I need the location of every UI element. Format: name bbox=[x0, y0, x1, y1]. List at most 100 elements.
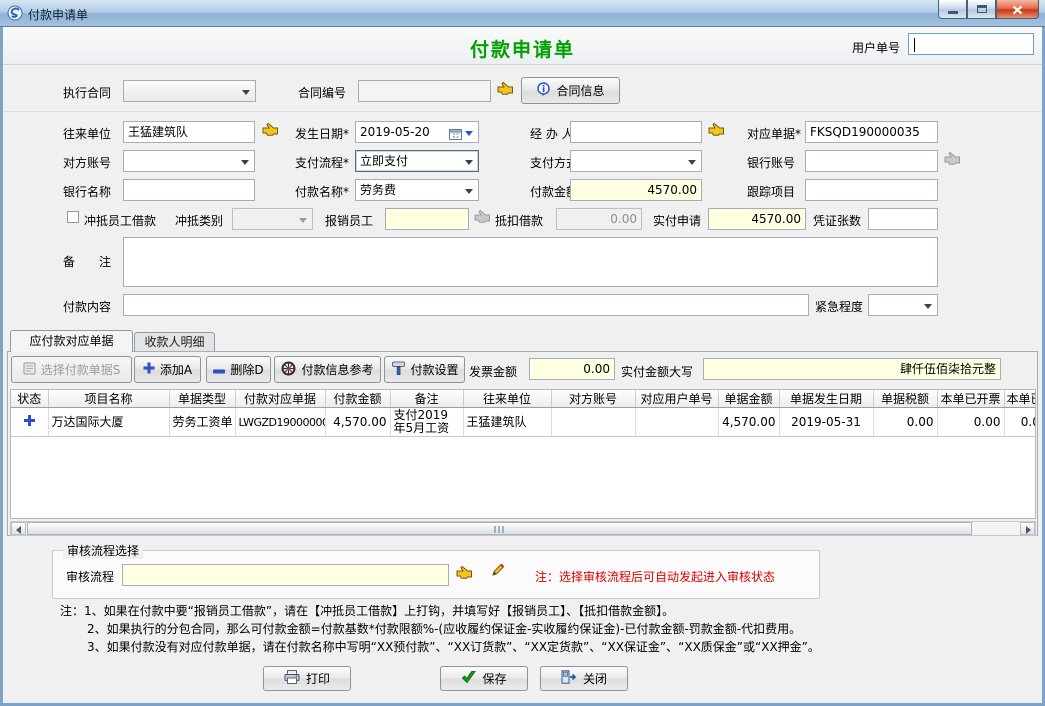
review-flow-input[interactable] bbox=[122, 564, 449, 586]
contract-lookup-hand-icon[interactable] bbox=[497, 81, 514, 98]
amount-input[interactable]: 4570.00 bbox=[570, 179, 702, 201]
bank-account-lookup-hand-icon bbox=[944, 151, 961, 168]
cell-account[interactable] bbox=[551, 408, 635, 437]
deduct-input: 0.00 bbox=[556, 208, 642, 230]
cell-doc-type[interactable]: 劳务工资单 bbox=[169, 408, 235, 437]
reimburse-label: 报销员工 bbox=[325, 212, 373, 229]
column-header-remark[interactable]: 备注 bbox=[390, 390, 463, 408]
date-input[interactable]: 2019-05-20 bbox=[355, 121, 479, 143]
remark-label: 备 注 bbox=[63, 253, 111, 270]
pay-info-ref-button[interactable]: 付款信息参考 bbox=[274, 356, 381, 383]
doc-input[interactable]: FKSQD190000035 bbox=[805, 121, 938, 143]
cell-doc-amount[interactable]: 4,570.00 bbox=[718, 408, 779, 437]
bank-account-input[interactable] bbox=[805, 150, 938, 172]
cell-status[interactable] bbox=[11, 408, 48, 437]
cell-tax[interactable]: 0.00 bbox=[873, 408, 937, 437]
plus-icon bbox=[143, 362, 155, 377]
column-header-doc-date[interactable]: 单据发生日期 bbox=[779, 390, 873, 408]
chevron-down-icon bbox=[688, 160, 696, 165]
save-button[interactable]: 保存 bbox=[440, 666, 528, 691]
contract-info-button[interactable]: 合同信息 bbox=[521, 77, 620, 104]
chevron-down-icon bbox=[465, 189, 473, 194]
payable-docs-grid[interactable]: 状态 项目名称 单据类型 付款对应单据 付款金额 备注 往来单位 对方账号 对应… bbox=[10, 389, 1036, 519]
column-header-status[interactable]: 状态 bbox=[11, 390, 48, 408]
flow-select[interactable]: 立即支付 bbox=[355, 150, 479, 172]
column-header-pay-doc[interactable]: 付款对应单据 bbox=[235, 390, 325, 408]
user-no-input[interactable] bbox=[908, 33, 1034, 55]
scrollbar-thumb[interactable] bbox=[27, 522, 972, 535]
horizontal-scrollbar[interactable] bbox=[10, 521, 1036, 536]
grid-header-row: 状态 项目名称 单据类型 付款对应单据 付款金额 备注 往来单位 对方账号 对应… bbox=[11, 390, 1036, 408]
column-header-invoiced[interactable]: 本单已开票 bbox=[937, 390, 1004, 408]
actual-input[interactable]: 4570.00 bbox=[708, 208, 806, 230]
delete-button[interactable]: 删除D bbox=[206, 356, 271, 383]
cell-remark[interactable]: 支付2019年5月工资 bbox=[390, 408, 463, 437]
amount-words-field: 肆仟伍佰柒拾元整 bbox=[703, 358, 1001, 380]
maximize-button[interactable] bbox=[967, 0, 996, 19]
remark-textarea[interactable] bbox=[123, 237, 938, 287]
scroll-left-button[interactable] bbox=[11, 522, 26, 535]
urgency-select[interactable] bbox=[868, 294, 938, 316]
titlebar[interactable]: 付款申请单 bbox=[0, 0, 1045, 27]
column-header-user-doc[interactable]: 对应用户单号 bbox=[635, 390, 718, 408]
invoice-amount-input[interactable]: 0.00 bbox=[529, 358, 615, 380]
scroll-right-button[interactable] bbox=[1020, 522, 1035, 535]
contract-no-input[interactable] bbox=[358, 80, 491, 102]
reimburse-input[interactable] bbox=[385, 208, 469, 230]
column-header-doc-amount[interactable]: 单据金额 bbox=[718, 390, 779, 408]
unit-input[interactable]: 王猛建筑队 bbox=[123, 121, 255, 143]
wheel-icon bbox=[281, 361, 296, 379]
info-icon bbox=[536, 82, 551, 100]
cell-unit[interactable]: 王猛建筑队 bbox=[463, 408, 551, 437]
cell-pay-doc[interactable]: LWGZD190000009 bbox=[235, 408, 325, 437]
user-no-label: 用户单号 bbox=[852, 39, 900, 56]
unit-label: 往来单位 bbox=[63, 125, 111, 142]
cell-invoiced[interactable]: 0.00 bbox=[937, 408, 1004, 437]
notepad-icon bbox=[23, 361, 36, 378]
offset-loan-checkbox[interactable] bbox=[67, 211, 79, 223]
cell-project[interactable]: 万达国际大厦 bbox=[48, 408, 169, 437]
track-label: 跟踪项目 bbox=[747, 183, 795, 200]
print-button[interactable]: 打印 bbox=[263, 666, 351, 691]
cell-applied[interactable]: 0.00 bbox=[1004, 408, 1036, 437]
add-button[interactable]: 添加A bbox=[134, 356, 201, 383]
column-header-tax[interactable]: 单据税额 bbox=[873, 390, 937, 408]
scroll-left-icon bbox=[16, 526, 21, 534]
tab-payee-detail[interactable]: 收款人明细 bbox=[134, 332, 215, 351]
tab-payable-docs[interactable]: 应付款对应单据 bbox=[10, 330, 133, 352]
column-header-unit[interactable]: 往来单位 bbox=[463, 390, 551, 408]
column-header-account[interactable]: 对方账号 bbox=[551, 390, 635, 408]
pay-settings-button[interactable]: 付款设置 bbox=[384, 356, 465, 383]
actual-label: 实付申请 bbox=[653, 212, 701, 229]
account-select[interactable] bbox=[123, 150, 255, 172]
column-header-amount[interactable]: 付款金额 bbox=[325, 390, 390, 408]
close-form-button[interactable]: 关闭 bbox=[540, 666, 628, 691]
close-icon bbox=[1012, 4, 1023, 18]
cell-user-doc[interactable] bbox=[635, 408, 718, 437]
close-button[interactable] bbox=[996, 0, 1039, 19]
calendar-icon[interactable] bbox=[449, 126, 462, 143]
date-label: 发生日期* bbox=[295, 125, 349, 142]
cell-amount[interactable]: 4,570.00 bbox=[325, 408, 390, 437]
table-row[interactable]: 万达国际大厦 劳务工资单 LWGZD190000009 4,570.00 支付2… bbox=[11, 408, 1036, 437]
track-input[interactable] bbox=[805, 179, 938, 201]
note-line-1: 注：1、如果在付款中要“报销员工借款”，请在【冲抵员工借款】上打钩，并填写好【报… bbox=[60, 602, 674, 619]
column-header-project[interactable]: 项目名称 bbox=[48, 390, 169, 408]
voucher-input[interactable] bbox=[868, 208, 938, 230]
bank-name-input[interactable] bbox=[123, 179, 255, 201]
unit-lookup-hand-icon[interactable] bbox=[262, 122, 279, 139]
method-select[interactable] bbox=[570, 150, 702, 172]
column-header-doc-type[interactable]: 单据类型 bbox=[169, 390, 235, 408]
bank-name-label: 银行名称 bbox=[63, 183, 111, 200]
cell-doc-date[interactable]: 2019-05-31 bbox=[779, 408, 873, 437]
chevron-down-icon bbox=[241, 160, 249, 165]
content-input[interactable] bbox=[123, 294, 809, 316]
agent-lookup-hand-icon[interactable] bbox=[708, 122, 725, 139]
pay-name-select[interactable]: 劳务费 bbox=[355, 179, 479, 201]
exec-contract-select[interactable] bbox=[123, 80, 256, 102]
edit-pencil-icon[interactable] bbox=[489, 563, 505, 581]
column-header-applied[interactable]: 本单已申请 bbox=[1004, 390, 1036, 408]
agent-input[interactable] bbox=[570, 121, 702, 143]
review-lookup-hand-icon[interactable] bbox=[456, 565, 473, 582]
minimize-button[interactable] bbox=[938, 0, 967, 19]
